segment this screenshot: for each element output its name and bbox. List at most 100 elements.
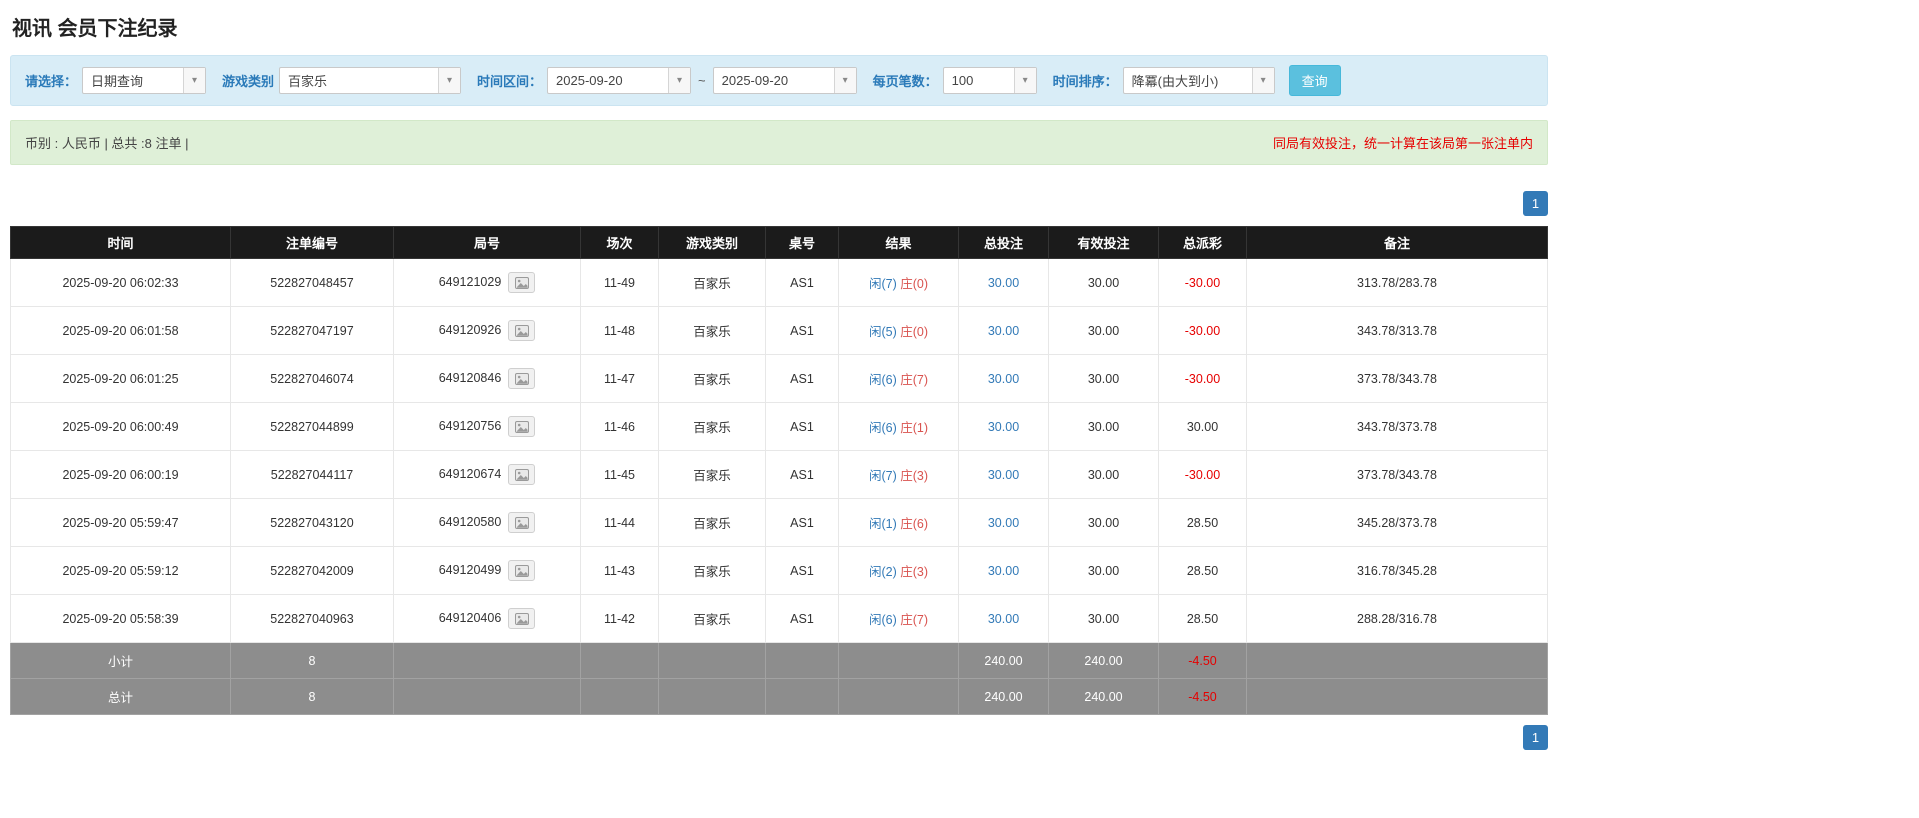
round-id-text: 649120846: [438, 370, 502, 385]
cell-valid-bet: 30.00: [1048, 354, 1159, 403]
cell-payout: -30.00: [1158, 258, 1247, 307]
currency-total-text: 币别 : 人民币 | 总共 :8 注单 |: [25, 136, 189, 151]
page-button-1[interactable]: 1: [1523, 191, 1548, 216]
query-type-label: 请选择：: [25, 74, 78, 89]
cell-table-no: AS1: [765, 354, 839, 403]
round-id-text: 649120756: [438, 418, 502, 433]
cell-remark: 343.78/313.78: [1246, 306, 1548, 355]
total-bet-link[interactable]: 30.00: [988, 420, 1019, 434]
total-bet-link[interactable]: 30.00: [988, 516, 1019, 530]
date-from-picker[interactable]: 2025-09-20 ▾: [547, 67, 692, 94]
view-round-button[interactable]: [508, 560, 536, 581]
cell-valid-bet: 30.00: [1048, 594, 1159, 643]
cell-bet-id: 522827043120: [230, 498, 394, 547]
date-range-label: 时间区间：: [477, 74, 543, 89]
total-bet-link[interactable]: 30.00: [988, 276, 1019, 290]
snapshot-icon: [514, 276, 529, 289]
total-bet-link[interactable]: 30.00: [988, 372, 1019, 386]
total-payout: -4.50: [1158, 678, 1247, 715]
snapshot-icon: [514, 612, 529, 625]
cell-total-bet: 30.00: [958, 402, 1049, 451]
total-valid-bet: 240.00: [1048, 678, 1159, 715]
chevron-down-icon: ▾: [1251, 68, 1274, 93]
table-row: 2025-09-20 05:58:39 522827040963 6491204…: [10, 594, 1548, 643]
pagination-top: 1: [10, 191, 1548, 216]
chevron-down-icon: ▾: [183, 68, 206, 93]
total-bet-link[interactable]: 30.00: [988, 564, 1019, 578]
cell-bet-id: 522827042009: [230, 546, 394, 595]
cell-round-id: 649120406: [393, 594, 581, 643]
cell-game-type: 百家乐: [658, 594, 766, 643]
view-round-button[interactable]: [508, 512, 536, 533]
page-title: 视讯 会员下注纪录: [12, 18, 178, 40]
cell-time: 2025-09-20 05:58:39: [10, 594, 231, 643]
time-sort-label: 时间排序：: [1052, 74, 1118, 89]
cell-time: 2025-09-20 06:01:58: [10, 306, 231, 355]
header-table-no: 桌号: [765, 226, 839, 259]
cell-game-type: 百家乐: [658, 258, 766, 307]
snapshot-icon: [514, 324, 529, 337]
subtotal-empty-cell: [1246, 642, 1548, 679]
result-banker: 庄(0): [900, 277, 929, 291]
cell-remark: 373.78/343.78: [1246, 354, 1548, 403]
header-payout: 总派彩: [1158, 226, 1247, 259]
cell-payout: 28.50: [1158, 546, 1247, 595]
header-total-bet: 总投注: [958, 226, 1049, 259]
subtotal-count: 8: [230, 642, 394, 679]
table-row: 2025-09-20 05:59:12 522827042009 6491204…: [10, 546, 1548, 595]
total-empty-cell: [765, 678, 839, 715]
cell-time: 2025-09-20 06:02:33: [10, 258, 231, 307]
game-type-label: 游戏类别: [222, 74, 275, 89]
date-to-picker[interactable]: 2025-09-20 ▾: [712, 67, 857, 94]
total-bet-link[interactable]: 30.00: [988, 612, 1019, 626]
page-button-1[interactable]: 1: [1523, 725, 1548, 750]
subtotal-label: 小计: [10, 642, 231, 679]
table-row: 2025-09-20 06:01:25 522827046074 6491208…: [10, 354, 1548, 403]
cell-session: 11-42: [580, 594, 659, 643]
subtotal-total-bet: 240.00: [958, 642, 1049, 679]
view-round-button[interactable]: [508, 320, 536, 341]
result-player: 闲(6): [868, 613, 897, 627]
cell-result: 闲(7) 庄(3): [838, 450, 959, 499]
cell-table-no: AS1: [765, 594, 839, 643]
game-type-select[interactable]: 百家乐 ▾: [279, 67, 462, 94]
cell-session: 11-45: [580, 450, 659, 499]
header-round-id: 局号: [393, 226, 581, 259]
total-bet-link[interactable]: 30.00: [988, 468, 1019, 482]
total-bet-link[interactable]: 30.00: [988, 324, 1019, 338]
result-player: 闲(1): [868, 517, 897, 531]
cell-valid-bet: 30.00: [1048, 546, 1159, 595]
cell-remark: 313.78/283.78: [1246, 258, 1548, 307]
view-round-button[interactable]: [508, 368, 536, 389]
page-size-value: 100: [951, 73, 974, 88]
table-row: 2025-09-20 06:01:58 522827047197 6491209…: [10, 306, 1548, 355]
cell-total-bet: 30.00: [958, 354, 1049, 403]
total-label: 总计: [10, 678, 231, 715]
view-round-button[interactable]: [508, 272, 536, 293]
time-sort-select[interactable]: 降冪(由大到小) ▾: [1122, 67, 1275, 94]
search-button[interactable]: 查询: [1288, 65, 1341, 96]
snapshot-icon: [514, 372, 529, 385]
page-size-select[interactable]: 100 ▾: [942, 67, 1037, 94]
cell-time: 2025-09-20 06:00:49: [10, 402, 231, 451]
result-banker: 庄(7): [900, 373, 929, 387]
result-banker: 庄(1): [900, 421, 929, 435]
subtotal-empty-cell: [580, 642, 659, 679]
cell-remark: 316.78/345.28: [1246, 546, 1548, 595]
result-player: 闲(7): [868, 469, 897, 483]
cell-result: 闲(2) 庄(3): [838, 546, 959, 595]
query-type-select[interactable]: 日期查询 ▾: [82, 67, 207, 94]
view-round-button[interactable]: [508, 416, 536, 437]
cell-payout: 30.00: [1158, 402, 1247, 451]
settlement-note: 同局有效投注，统一计算在该局第一张注单内: [1272, 136, 1533, 151]
round-id-text: 649120499: [438, 562, 502, 577]
chevron-down-icon: ▾: [1013, 68, 1036, 93]
view-round-button[interactable]: [508, 464, 536, 485]
cell-payout: 28.50: [1158, 594, 1247, 643]
summary-bar: 币别 : 人民币 | 总共 :8 注单 | 同局有效投注，统一计算在该局第一张注…: [10, 120, 1548, 165]
view-round-button[interactable]: [508, 608, 536, 629]
cell-bet-id: 522827048457: [230, 258, 394, 307]
total-empty-cell: [658, 678, 766, 715]
header-time: 时间: [10, 226, 231, 259]
header-session: 场次: [580, 226, 659, 259]
